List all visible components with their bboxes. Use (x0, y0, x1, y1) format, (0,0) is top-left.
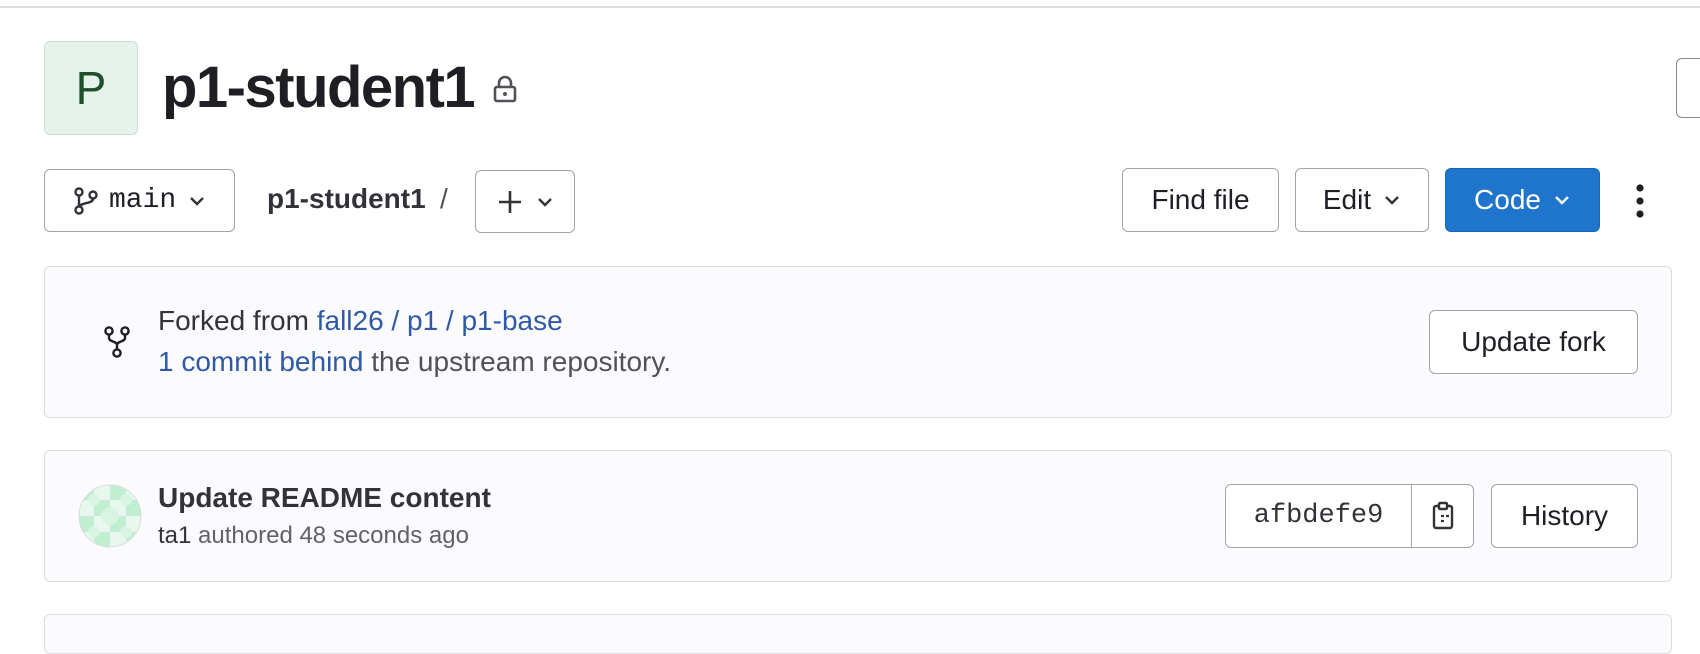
breadcrumb-separator: / (440, 183, 448, 214)
plus-icon (499, 190, 521, 213)
fork-icon (104, 326, 130, 358)
add-dropdown-button[interactable] (475, 170, 575, 233)
commits-behind-suffix: the upstream repository. (371, 346, 672, 377)
file-tree-panel (44, 614, 1672, 654)
lock-icon (493, 75, 517, 103)
branch-selector[interactable]: main (44, 169, 235, 232)
edit-label: Edit (1322, 184, 1372, 215)
avatar[interactable] (78, 484, 142, 548)
chevron-down-icon (190, 196, 205, 206)
history-button[interactable]: History (1491, 484, 1638, 548)
code-label: Code (1474, 184, 1541, 215)
update-fork-button[interactable]: Update fork (1429, 310, 1638, 374)
chevron-down-icon (538, 197, 552, 207)
commit-title[interactable]: Update README content (158, 482, 491, 514)
forked-from-label: Forked from (158, 305, 309, 336)
code-dropdown-button[interactable]: Code (1445, 168, 1600, 232)
commit-sha[interactable]: afbdefe9 (1226, 485, 1412, 547)
commit-author[interactable]: ta1 (158, 522, 191, 549)
fork-info-panel (44, 266, 1672, 418)
copy-icon (1432, 501, 1453, 530)
fork-status-text: 1 commit behind the upstream repository. (158, 346, 671, 378)
fork-source-link[interactable]: fall26 / p1 / p1-base (317, 305, 563, 336)
commit-time: authored 48 seconds ago (198, 522, 469, 549)
find-file-button[interactable]: Find file (1122, 168, 1279, 232)
breadcrumb[interactable]: p1-student1 (267, 183, 426, 215)
chevron-down-icon (1555, 196, 1569, 205)
chevron-down-icon (1385, 196, 1399, 205)
branch-icon (74, 186, 98, 215)
forked-from-text: Forked from fall26 / p1 / p1-base (158, 305, 563, 337)
commit-meta: ta1 authored 48 seconds ago (158, 522, 469, 550)
top-divider (0, 6, 1700, 8)
commits-behind-link[interactable]: 1 commit behind (158, 346, 363, 377)
copy-sha-button[interactable] (1412, 485, 1473, 547)
commit-sha-group: afbdefe9 (1225, 484, 1474, 548)
project-avatar-letter: P (75, 62, 107, 114)
project-avatar: P (44, 41, 138, 135)
branch-name: main (109, 185, 177, 216)
kebab-icon[interactable] (1630, 183, 1650, 219)
edit-dropdown-button[interactable]: Edit (1295, 168, 1429, 232)
page-title: p1-student1 (162, 55, 476, 120)
notification-button[interactable] (1676, 58, 1700, 118)
